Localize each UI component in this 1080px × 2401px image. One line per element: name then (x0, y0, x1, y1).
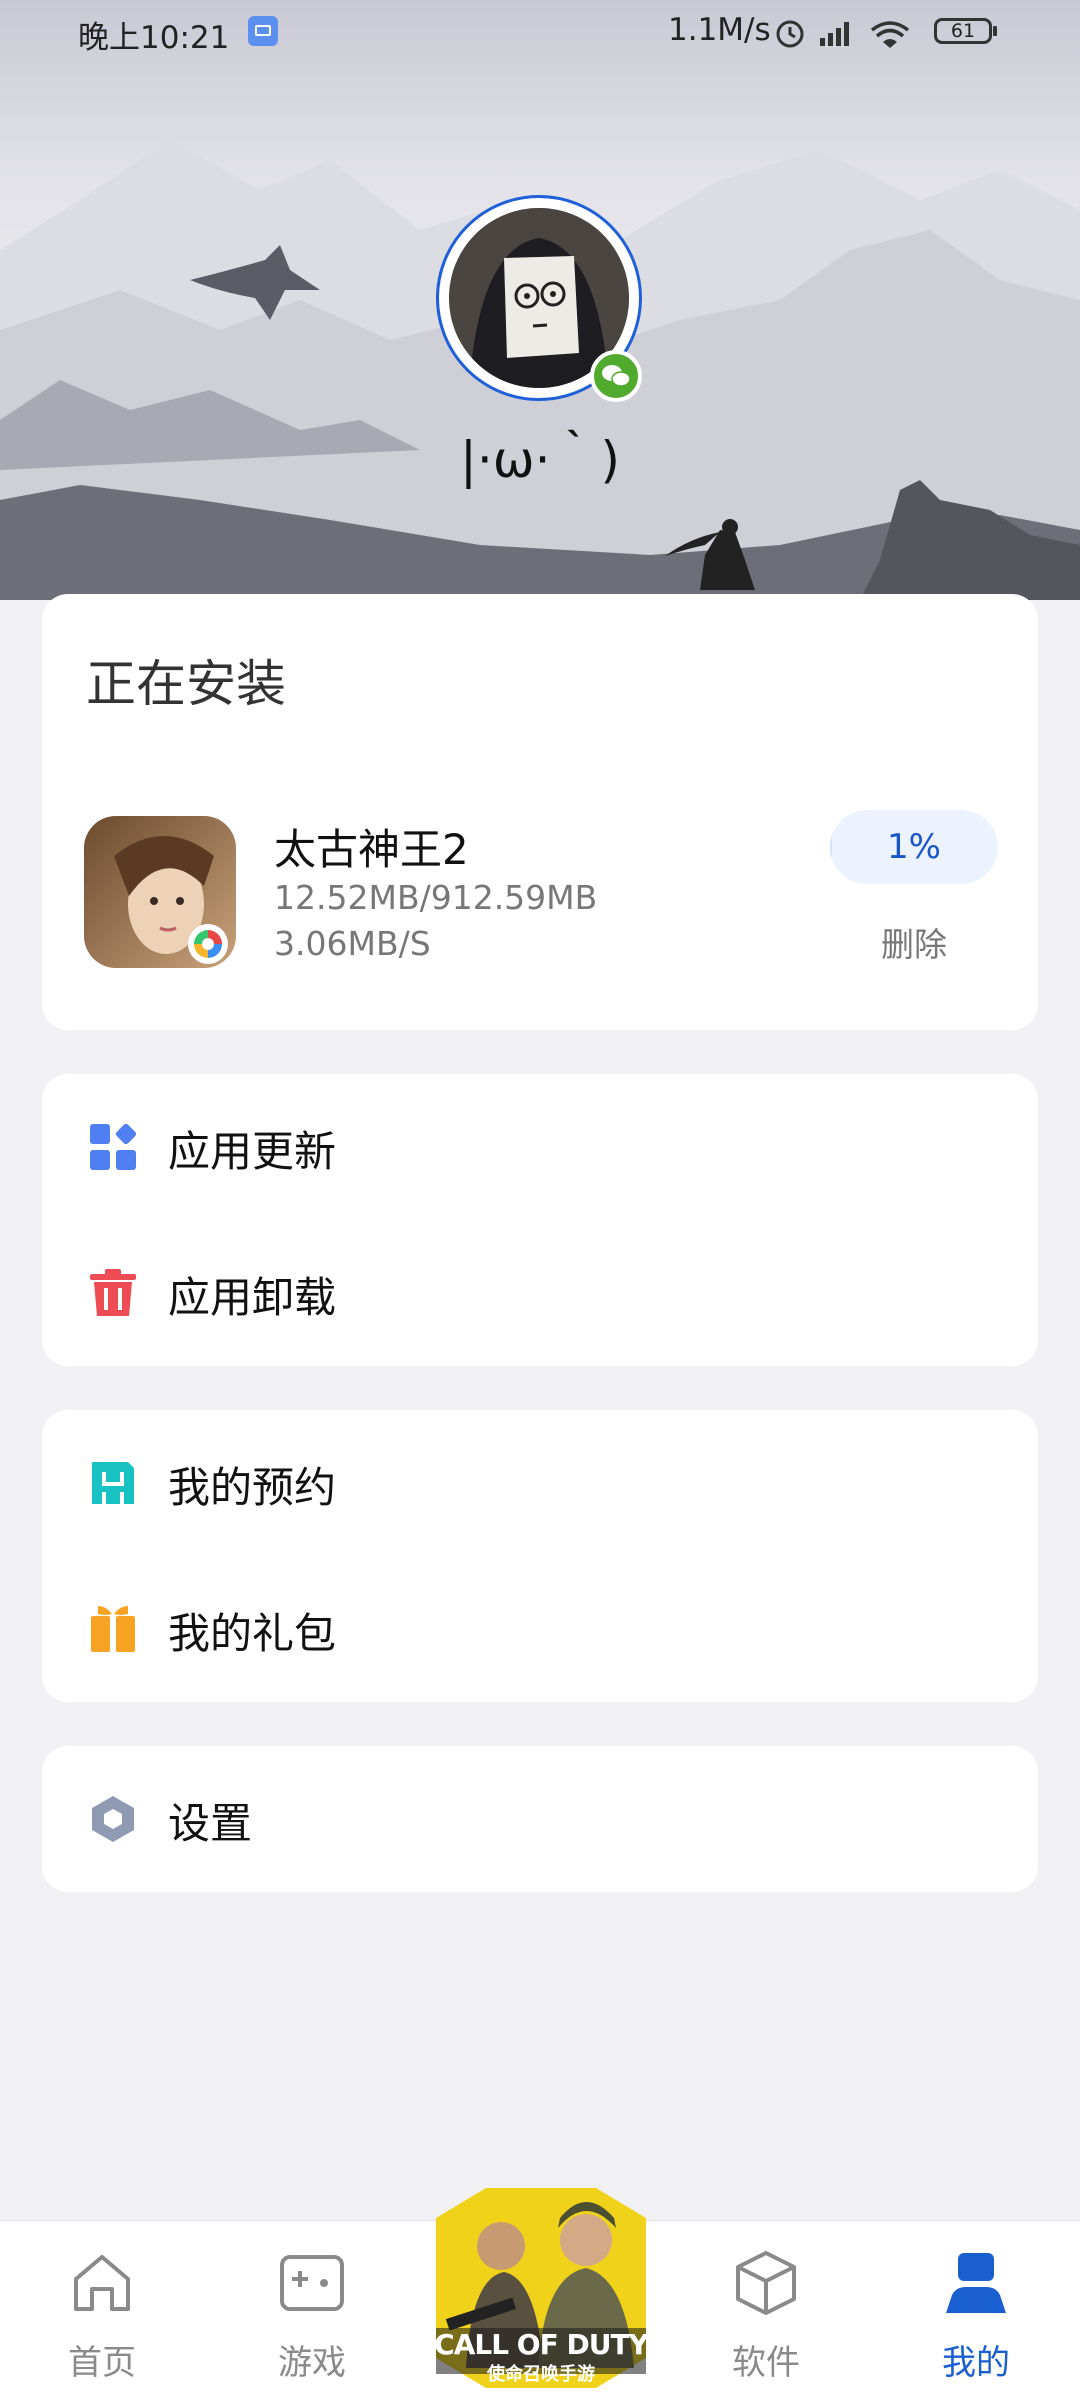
home-icon (74, 2255, 130, 2311)
menu-label: 设置 (168, 1799, 253, 1848)
tab-games[interactable]: 游戏 (232, 2221, 392, 2401)
tab-label: 游戏 (278, 2343, 346, 2383)
reservation-icon (92, 1462, 134, 1504)
menu-item-reservations[interactable]: 我的预约 (42, 1410, 1038, 1556)
progress-label: 1% (887, 827, 941, 867)
profile-icon (946, 2253, 1006, 2313)
trash-icon (90, 1269, 136, 1316)
battery-icon: 61 (934, 18, 997, 44)
wifi-icon (870, 21, 910, 48)
app-store-badge-icon (188, 924, 228, 964)
menu-group-user: 我的预约 我的礼包 (42, 1410, 1038, 1702)
status-time: 晚上10:21 (78, 20, 230, 56)
network-speed: 1.1M/s (668, 12, 771, 48)
settings-hexagon-icon (92, 1796, 134, 1842)
gift-icon (91, 1606, 135, 1652)
hd-signal-icon (820, 22, 849, 46)
tab-label: 首页 (68, 2343, 136, 2383)
download-size: 12.52MB/912.59MB (274, 878, 598, 917)
download-speed: 3.06MB/S (274, 924, 431, 963)
status-bar: 晚上10:21 1.1M/s 61 (0, 0, 1080, 64)
tab-profile[interactable]: 我的 (896, 2221, 1056, 2401)
menu-label: 我的礼包 (168, 1609, 337, 1658)
promo-title: CALL OF DUTY (434, 2328, 649, 2361)
menu-item-settings[interactable]: 设置 (42, 1746, 1038, 1892)
tab-software[interactable]: 软件 (686, 2221, 846, 2401)
menu-label: 应用卸载 (168, 1273, 337, 1322)
menu-item-app-update[interactable]: 应用更新 (42, 1074, 1038, 1220)
app-name: 太古神王2 (274, 825, 469, 874)
delete-button[interactable]: 删除 (830, 918, 998, 966)
promo-subtitle: 使命召唤手游 (487, 2364, 595, 2385)
menu-item-app-uninstall[interactable]: 应用卸载 (42, 1220, 1038, 1366)
alarm-icon (776, 20, 804, 48)
status-icons (776, 20, 910, 48)
app-update-icon (90, 1123, 137, 1170)
gamepad-icon (280, 2255, 344, 2311)
menu-group-settings: 设置 (42, 1746, 1038, 1892)
tab-label: 软件 (732, 2343, 800, 2383)
tab-home[interactable]: 首页 (22, 2221, 182, 2401)
progress-button[interactable]: 1% (830, 810, 998, 884)
wechat-icon (590, 350, 642, 402)
user-nickname[interactable]: |·ω·｀) (0, 420, 1080, 492)
menu-label: 应用更新 (168, 1127, 337, 1176)
box-icon (736, 2251, 796, 2315)
menu-group-apps: 应用更新 应用卸载 (42, 1074, 1038, 1366)
installing-card: 正在安装 太古神王2 12.52MB/912.59MB 3.06MB/S 1% … (42, 594, 1038, 1030)
tab-label: 我的 (942, 2343, 1010, 2383)
promo-banner[interactable]: CALL OF DUTY 使命召唤手游 (426, 2168, 656, 2388)
menu-label: 我的预约 (168, 1463, 337, 1512)
menu-item-gifts[interactable]: 我的礼包 (42, 1556, 1038, 1702)
installing-title: 正在安装 (86, 655, 286, 713)
mail-icon (248, 16, 278, 46)
